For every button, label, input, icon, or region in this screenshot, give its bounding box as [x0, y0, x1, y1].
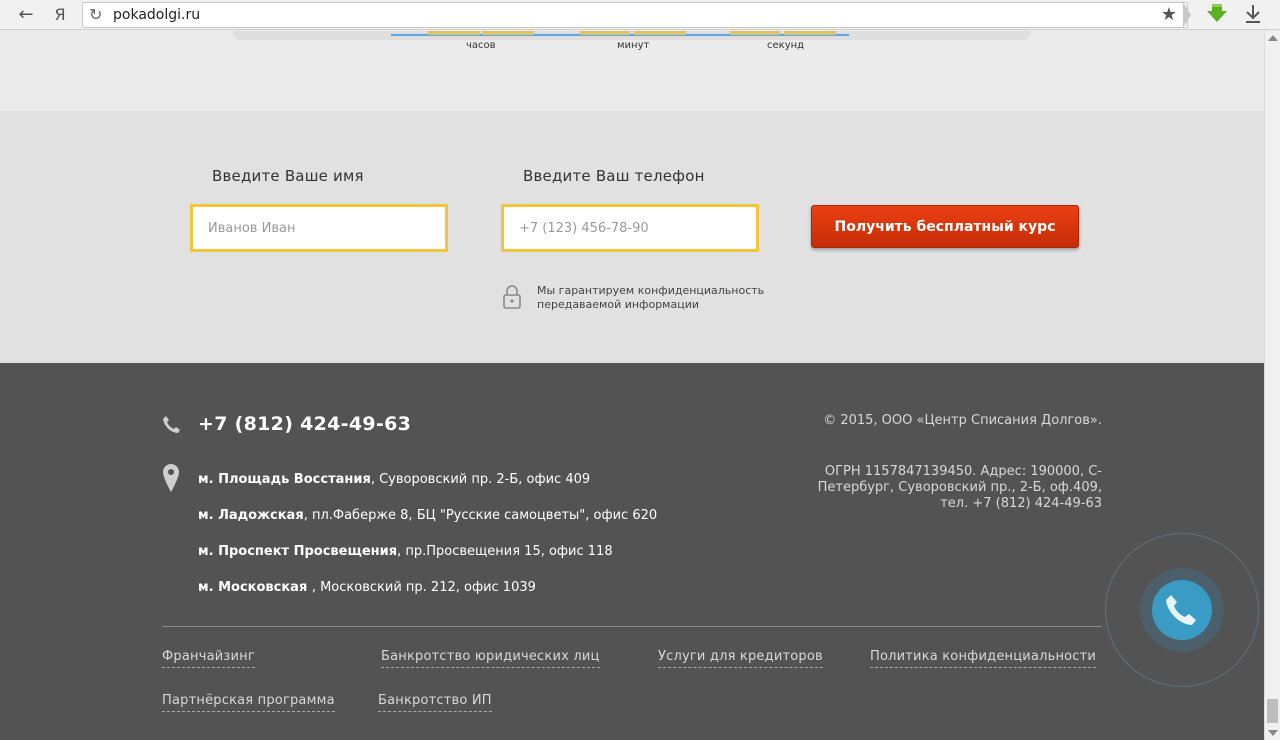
footer-link-franchising[interactable]: Франчайзинг — [162, 649, 255, 668]
footer-link-creditor-services[interactable]: Услуги для кредиторов — [658, 649, 823, 668]
legal-line-1: ОГРН 1157847139450. Адрес: 190000, С- — [824, 464, 1102, 479]
get-free-course-button[interactable]: Получить бесплатный курс — [811, 205, 1079, 248]
reload-icon[interactable]: ↻ — [89, 5, 102, 24]
name-input[interactable] — [190, 204, 448, 252]
legal-line-2: Петербург, Суворовский пр., 2-Б, оф.409, — [817, 480, 1102, 495]
footer-link-legal-bankruptcy[interactable]: Банкротство юридических лиц — [381, 649, 600, 668]
countdown-seconds-digits — [730, 31, 780, 35]
address-station: м. Ладожская — [198, 508, 304, 523]
callback-button[interactable] — [1152, 580, 1212, 640]
lock-icon — [503, 285, 521, 309]
footer-link-privacy-policy[interactable]: Политика конфиденциальности — [870, 649, 1097, 668]
back-arrow-icon[interactable]: ← — [14, 3, 38, 27]
legal-line-3: тел. +7 (812) 424-49-63 — [940, 496, 1102, 511]
footer-link-partner-program[interactable]: Партнёрская программа — [162, 693, 335, 712]
countdown-minutes-digits — [634, 31, 686, 35]
url-text[interactable]: pokadolgi.ru — [113, 7, 200, 23]
minutes-label: минут — [617, 40, 650, 51]
privacy-line-1: Мы гарантируем конфиденциальность — [537, 284, 765, 297]
lead-form-section: Введите Ваше имя Введите Ваш телефон Пол… — [0, 111, 1264, 363]
downloads-icon[interactable] — [1243, 3, 1263, 30]
address-detail: , пл.Фаберже 8, БЦ "Русские самоцветы", … — [303, 508, 658, 523]
address-bar[interactable]: ↻ pokadolgi.ru ★ — [82, 2, 1188, 28]
site-footer: +7 (812) 424-49-63 м. Площадь Восстания,… — [0, 363, 1264, 740]
page-scrollbar[interactable] — [1264, 31, 1280, 740]
address-line-1: м. Площадь Восстания, Суворовский пр. 2-… — [198, 472, 590, 487]
phone-input[interactable] — [501, 204, 759, 252]
scroll-down-arrow-icon[interactable] — [1268, 730, 1278, 736]
privacy-note: Мы гарантируем конфиденциальность переда… — [537, 284, 797, 312]
address-line-3: м. Проспект Просвещения, пр.Просвещения … — [198, 544, 613, 559]
scroll-up-arrow-icon[interactable] — [1268, 35, 1278, 41]
phone-field-label: Введите Ваш телефон — [523, 167, 705, 185]
address-detail: , пр.Просвещения 15, офис 118 — [397, 544, 613, 559]
address-line-4: м. Московская , Московский пр. 212, офис… — [198, 580, 536, 595]
location-pin-icon — [163, 464, 179, 492]
name-field-label: Введите Ваше имя — [212, 167, 364, 185]
address-detail: , Московский пр. 212, офис 1039 — [311, 580, 536, 595]
countdown-seconds-digits — [784, 31, 836, 35]
countdown-minutes-digits — [580, 31, 630, 35]
address-line-2: м. Ладожская, пл.Фаберже 8, БЦ "Русские … — [198, 508, 657, 523]
countdown-hours-digits — [428, 31, 480, 35]
bookmark-star-icon[interactable]: ★ — [1161, 4, 1177, 25]
hours-label: часов — [466, 40, 496, 51]
address-station: м. Московская — [198, 580, 312, 595]
footer-link-ip-bankruptcy[interactable]: Банкротство ИП — [378, 693, 492, 712]
yandex-logo-icon[interactable]: Я — [48, 3, 72, 27]
download-extension-icon[interactable] — [1206, 3, 1228, 30]
scroll-thumb[interactable] — [1267, 699, 1278, 723]
footer-divider — [162, 626, 1102, 627]
address-detail: , Суворовский пр. 2-Б, офис 409 — [370, 472, 591, 487]
address-station: м. Площадь Восстания — [198, 472, 371, 487]
address-bar-tail — [1183, 2, 1191, 28]
phone-icon — [163, 416, 180, 433]
countdown-hours-digits — [482, 31, 534, 35]
address-station: м. Проспект Просвещения — [198, 544, 398, 559]
browser-toolbar: ← Я ↻ pokadolgi.ru ★ — [0, 0, 1280, 30]
handset-icon — [1166, 595, 1196, 625]
footer-phone-link[interactable]: +7 (812) 424-49-63 — [198, 413, 411, 435]
legal-info: ОГРН 1157847139450. Адрес: 190000, С- Пе… — [802, 464, 1102, 512]
copyright-text: © 2015, ООО «Центр Списания Долгов». — [823, 413, 1102, 428]
privacy-line-2: передаваемой информации — [537, 298, 700, 311]
seconds-label: секунд — [767, 40, 805, 51]
